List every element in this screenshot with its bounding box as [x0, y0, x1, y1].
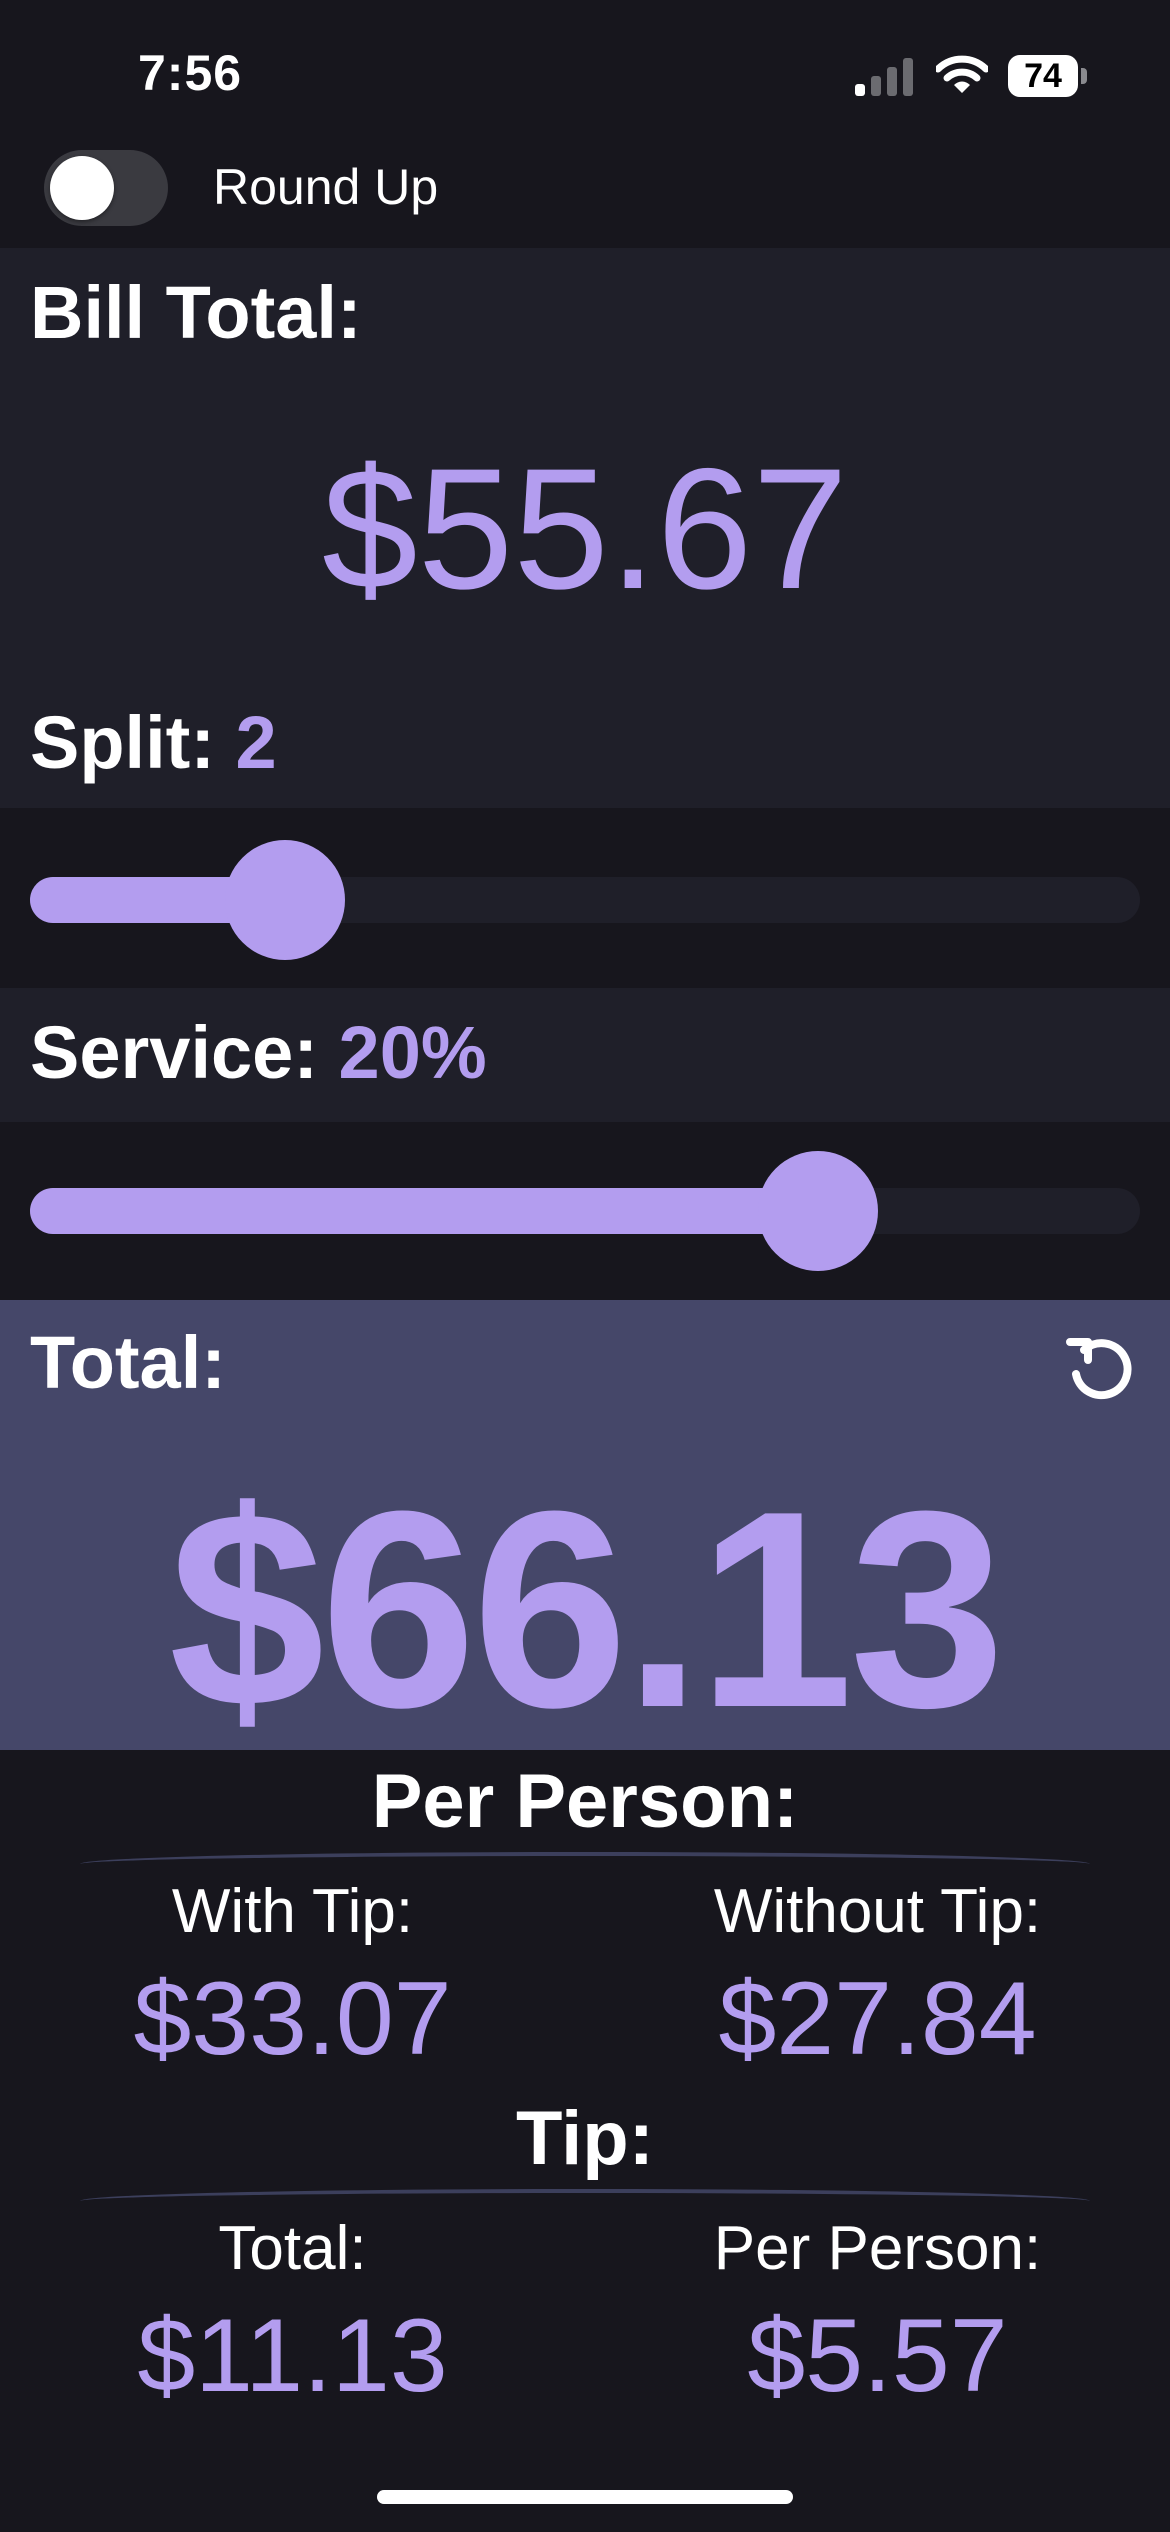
split-label: Split:	[30, 701, 215, 784]
status-time: 7:56	[138, 45, 243, 101]
total-amount: $66.13	[168, 1454, 1005, 1766]
without-tip-value: $27.84	[718, 1961, 1037, 2077]
reset-icon[interactable]	[1062, 1332, 1138, 1408]
home-indicator[interactable]	[377, 2490, 793, 2504]
service-heading: Service: 20%	[30, 1010, 487, 1095]
wifi-icon	[936, 55, 988, 93]
with-tip-value: $33.07	[133, 1961, 452, 2077]
tip-heading: Tip:	[516, 2096, 654, 2181]
service-slider[interactable]	[30, 1151, 1140, 1271]
tip-total-label: Total:	[218, 2214, 367, 2283]
divider	[80, 2189, 1090, 2205]
battery-cap	[1081, 68, 1087, 84]
round-up-toggle[interactable]	[44, 150, 168, 226]
service-value: 20%	[338, 1011, 487, 1094]
total-label: Total:	[30, 1321, 226, 1404]
per-person-heading: Per Person:	[371, 1759, 799, 1844]
split-slider[interactable]	[30, 840, 1140, 960]
tip-total-value: $11.13	[137, 2298, 448, 2414]
tip-per-person-label: Per Person:	[713, 2214, 1042, 2283]
service-label: Service:	[30, 1011, 318, 1094]
divider	[80, 1852, 1090, 1868]
battery-icon: 74	[1008, 55, 1088, 97]
service-slider-fill	[30, 1188, 819, 1234]
bill-total-input[interactable]: $55.67	[0, 430, 1170, 628]
round-up-label: Round Up	[213, 159, 439, 215]
cellular-signal-icon	[855, 58, 913, 96]
battery-level: 74	[1008, 55, 1078, 97]
bill-total-label: Bill Total:	[30, 271, 362, 354]
service-slider-thumb[interactable]	[758, 1151, 879, 1271]
without-tip-label: Without Tip:	[713, 1877, 1042, 1946]
with-tip-label: With Tip:	[171, 1877, 414, 1946]
split-slider-thumb[interactable]	[225, 840, 346, 960]
toggle-knob[interactable]	[50, 156, 114, 220]
split-heading: Split: 2	[30, 700, 277, 785]
split-value: 2	[235, 701, 277, 784]
tip-per-person-value: $5.57	[747, 2298, 1008, 2414]
